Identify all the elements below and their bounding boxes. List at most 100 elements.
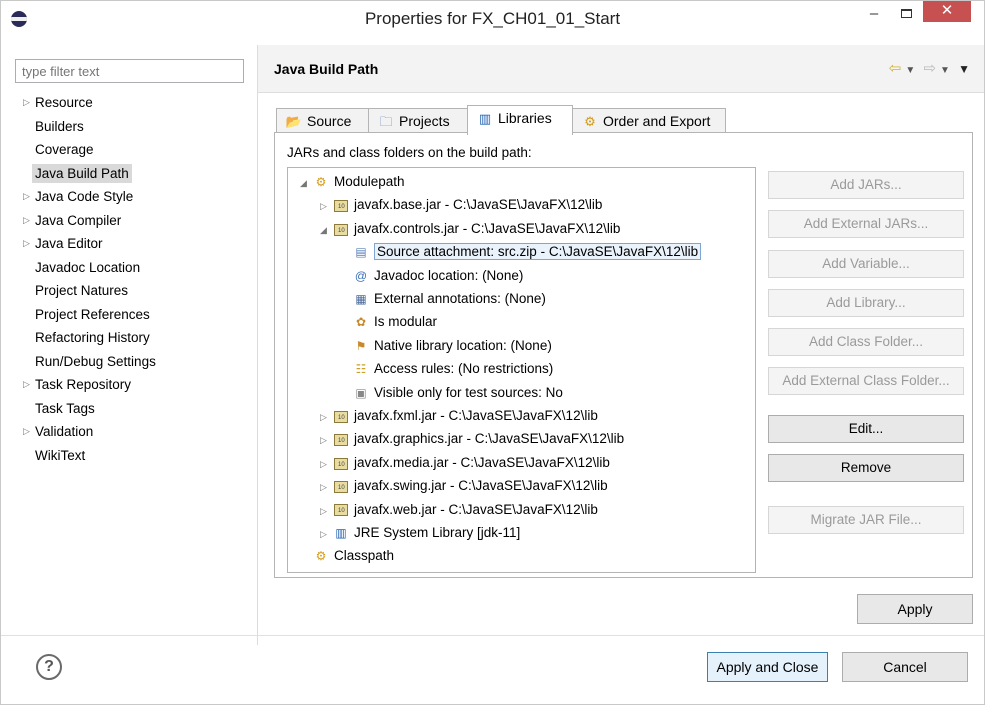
tree-row[interactable]: ▦ External annotations: (None) bbox=[340, 288, 546, 310]
nav-item[interactable]: Task Tags bbox=[23, 397, 247, 421]
remove-button[interactable]: Remove bbox=[768, 454, 964, 482]
build-path-label: JARs and class folders on the build path… bbox=[287, 145, 532, 160]
nav-item[interactable]: ▷ Task Repository bbox=[23, 373, 247, 397]
nav-item[interactable]: Coverage bbox=[23, 138, 247, 162]
expand-arrow-icon[interactable]: ▷ bbox=[23, 232, 30, 255]
source-attachment-icon: ▤ bbox=[355, 245, 367, 260]
expand-arrow-icon[interactable]: ▷ bbox=[320, 523, 332, 545]
nav-item[interactable]: ▷ Java Editor bbox=[23, 232, 247, 256]
tab-projects[interactable]: 🗀 Projects bbox=[368, 108, 468, 134]
collapse-arrow-icon[interactable]: ◢ bbox=[300, 172, 312, 194]
cancel-button[interactable]: Cancel bbox=[842, 652, 968, 682]
tree-row-label: Is modular bbox=[374, 314, 438, 330]
edit-button[interactable]: Edit... bbox=[768, 415, 964, 443]
tree-row-label: javafx.web.jar - C:\JavaSE\JavaFX\12\lib bbox=[354, 501, 598, 517]
tree-row[interactable]: ▤ Source attachment: src.zip - C:\JavaSE\… bbox=[340, 241, 702, 263]
expand-arrow-icon[interactable]: ▷ bbox=[320, 195, 332, 217]
back-arrow-icon[interactable]: ⇦ bbox=[889, 60, 902, 77]
jar-glyph bbox=[334, 223, 348, 236]
nav-item[interactable]: Builders bbox=[23, 115, 247, 139]
add-external-jars-button[interactable]: Add External JARs... bbox=[768, 210, 964, 238]
apply-button[interactable]: Apply bbox=[857, 594, 973, 624]
nav-item[interactable]: Project Natures bbox=[23, 279, 247, 303]
jar-icon bbox=[332, 194, 350, 216]
tree-row[interactable]: ▷ javafx.base.jar - C:\JavaSE\JavaFX\12\l… bbox=[320, 194, 602, 216]
tree-row-label: Classpath bbox=[334, 548, 395, 564]
minimize-button[interactable]: – bbox=[859, 3, 889, 27]
add-library-button[interactable]: Add Library... bbox=[768, 289, 964, 317]
nav-item[interactable]: Java Build Path bbox=[23, 162, 247, 186]
maximize-button[interactable] bbox=[891, 3, 921, 27]
nav-item[interactable]: Refactoring History bbox=[23, 326, 247, 350]
jre-library-icon: ▥ bbox=[335, 526, 347, 540]
tree-row-label: javafx.media.jar - C:\JavaSE\JavaFX\12\l… bbox=[354, 454, 610, 470]
nav-item[interactable]: Run/Debug Settings bbox=[23, 350, 247, 374]
tree-row[interactable]: ▷ javafx.fxml.jar - C:\JavaSE\JavaFX\12\l… bbox=[320, 405, 598, 427]
jar-icon bbox=[332, 405, 350, 427]
tab-order-export-label: Order and Export bbox=[603, 113, 711, 129]
tree-row[interactable]: ▷ javafx.web.jar - C:\JavaSE\JavaFX\12\li… bbox=[320, 499, 598, 521]
tab-source[interactable]: 📂 Source bbox=[276, 108, 369, 134]
collapse-arrow-icon[interactable]: ◢ bbox=[320, 219, 332, 241]
tab-libraries[interactable]: ▥ Libraries bbox=[467, 105, 573, 135]
build-path-tree[interactable]: ◢⚙Modulepath▷javafx.base.jar - C:\JavaSE… bbox=[287, 167, 756, 573]
tree-row-label: javafx.fxml.jar - C:\JavaSE\JavaFX\12\li… bbox=[354, 408, 598, 423]
tree-row[interactable]: ▷ javafx.graphics.jar - C:\JavaSE\JavaFX\… bbox=[320, 428, 624, 450]
expand-arrow-icon[interactable]: ▷ bbox=[23, 185, 30, 208]
forward-dropdown-icon[interactable]: ▼ bbox=[940, 65, 950, 76]
close-button[interactable]: ✕ bbox=[923, 1, 971, 22]
tree-row[interactable]: ⚑ Native library location: (None) bbox=[340, 335, 552, 357]
expand-arrow-icon[interactable]: ▷ bbox=[320, 429, 332, 451]
expand-arrow-icon[interactable]: ▷ bbox=[320, 500, 332, 522]
jar-icon bbox=[332, 218, 350, 240]
pane-divider[interactable] bbox=[257, 45, 258, 645]
add-jars-button[interactable]: Add JARs... bbox=[768, 171, 964, 199]
tree-row-label: javafx.controls.jar - C:\JavaSE\JavaFX\1… bbox=[354, 220, 621, 236]
jar-icon bbox=[332, 499, 350, 521]
view-menu-icon[interactable]: ▼ bbox=[958, 62, 970, 76]
nav-item[interactable]: Project References bbox=[23, 303, 247, 327]
nav-item[interactable]: ▷ Java Compiler bbox=[23, 209, 247, 233]
tree-row[interactable]: ◢ ⚙ Modulepath bbox=[300, 171, 405, 193]
expand-arrow-icon[interactable]: ▷ bbox=[23, 209, 30, 232]
nav-item[interactable]: ▷ Java Code Style bbox=[23, 185, 247, 209]
nav-item-label: Java Editor bbox=[35, 236, 103, 251]
nav-item-label: Java Code Style bbox=[35, 189, 134, 204]
expand-arrow-icon[interactable]: ▷ bbox=[320, 453, 332, 475]
add-external-class-folder-button[interactable]: Add External Class Folder... bbox=[768, 367, 964, 395]
back-dropdown-icon[interactable]: ▼ bbox=[905, 65, 915, 76]
tab-order-export[interactable]: ⚙ Order and Export bbox=[572, 108, 726, 134]
nav-item[interactable]: ▷ Resource bbox=[23, 91, 247, 115]
expand-arrow-icon[interactable]: ▷ bbox=[23, 91, 30, 114]
nav-item[interactable]: Javadoc Location bbox=[23, 256, 247, 280]
test-sources-icon: ▣ bbox=[355, 385, 367, 400]
migrate-jar-button[interactable]: Migrate JAR File... bbox=[768, 506, 964, 534]
tab-libraries-label: Libraries bbox=[498, 110, 552, 126]
add-class-folder-button[interactable]: Add Class Folder... bbox=[768, 328, 964, 356]
tree-row[interactable]: ▷ ▥ JRE System Library [jdk-11] bbox=[320, 522, 520, 544]
forward-arrow-icon[interactable]: ⇨ bbox=[923, 60, 936, 77]
tree-row[interactable]: ▷ javafx.swing.jar - C:\JavaSE\JavaFX\12\… bbox=[320, 475, 608, 497]
tree-row[interactable]: ▣ Visible only for test sources: No bbox=[340, 382, 563, 404]
expand-arrow-icon[interactable]: ▷ bbox=[23, 420, 30, 443]
tree-row[interactable]: ◢ javafx.controls.jar - C:\JavaSE\JavaFX\… bbox=[320, 218, 620, 240]
add-variable-button[interactable]: Add Variable... bbox=[768, 250, 964, 278]
apply-and-close-button[interactable]: Apply and Close bbox=[707, 652, 828, 682]
nav-item-label: Java Compiler bbox=[35, 212, 122, 228]
help-icon[interactable]: ? bbox=[36, 654, 62, 680]
tree-row[interactable]: ✿ Is modular bbox=[340, 311, 437, 333]
tree-row-label: Native library location: (None) bbox=[374, 337, 552, 353]
tree-row[interactable]: ⚙ Classpath bbox=[300, 545, 394, 567]
nav-item[interactable]: WikiText bbox=[23, 444, 247, 468]
footer-separator bbox=[1, 635, 984, 636]
expand-arrow-icon[interactable]: ▷ bbox=[23, 373, 30, 396]
expand-arrow-icon[interactable]: ▷ bbox=[320, 406, 332, 428]
properties-dialog: Properties for FX_CH01_01_Start – ✕ ▷ Res… bbox=[0, 0, 985, 705]
tree-row[interactable]: @ Javadoc location: (None) bbox=[340, 265, 523, 287]
nav-item[interactable]: ▷ Validation bbox=[23, 420, 247, 444]
filter-input[interactable] bbox=[15, 59, 244, 83]
tree-row[interactable]: ▷ javafx.media.jar - C:\JavaSE\JavaFX\12\… bbox=[320, 452, 610, 474]
expand-arrow-icon[interactable]: ▷ bbox=[320, 476, 332, 498]
tree-row[interactable]: ☷ Access rules: (No restrictions) bbox=[340, 358, 554, 380]
jar-glyph bbox=[334, 504, 348, 517]
